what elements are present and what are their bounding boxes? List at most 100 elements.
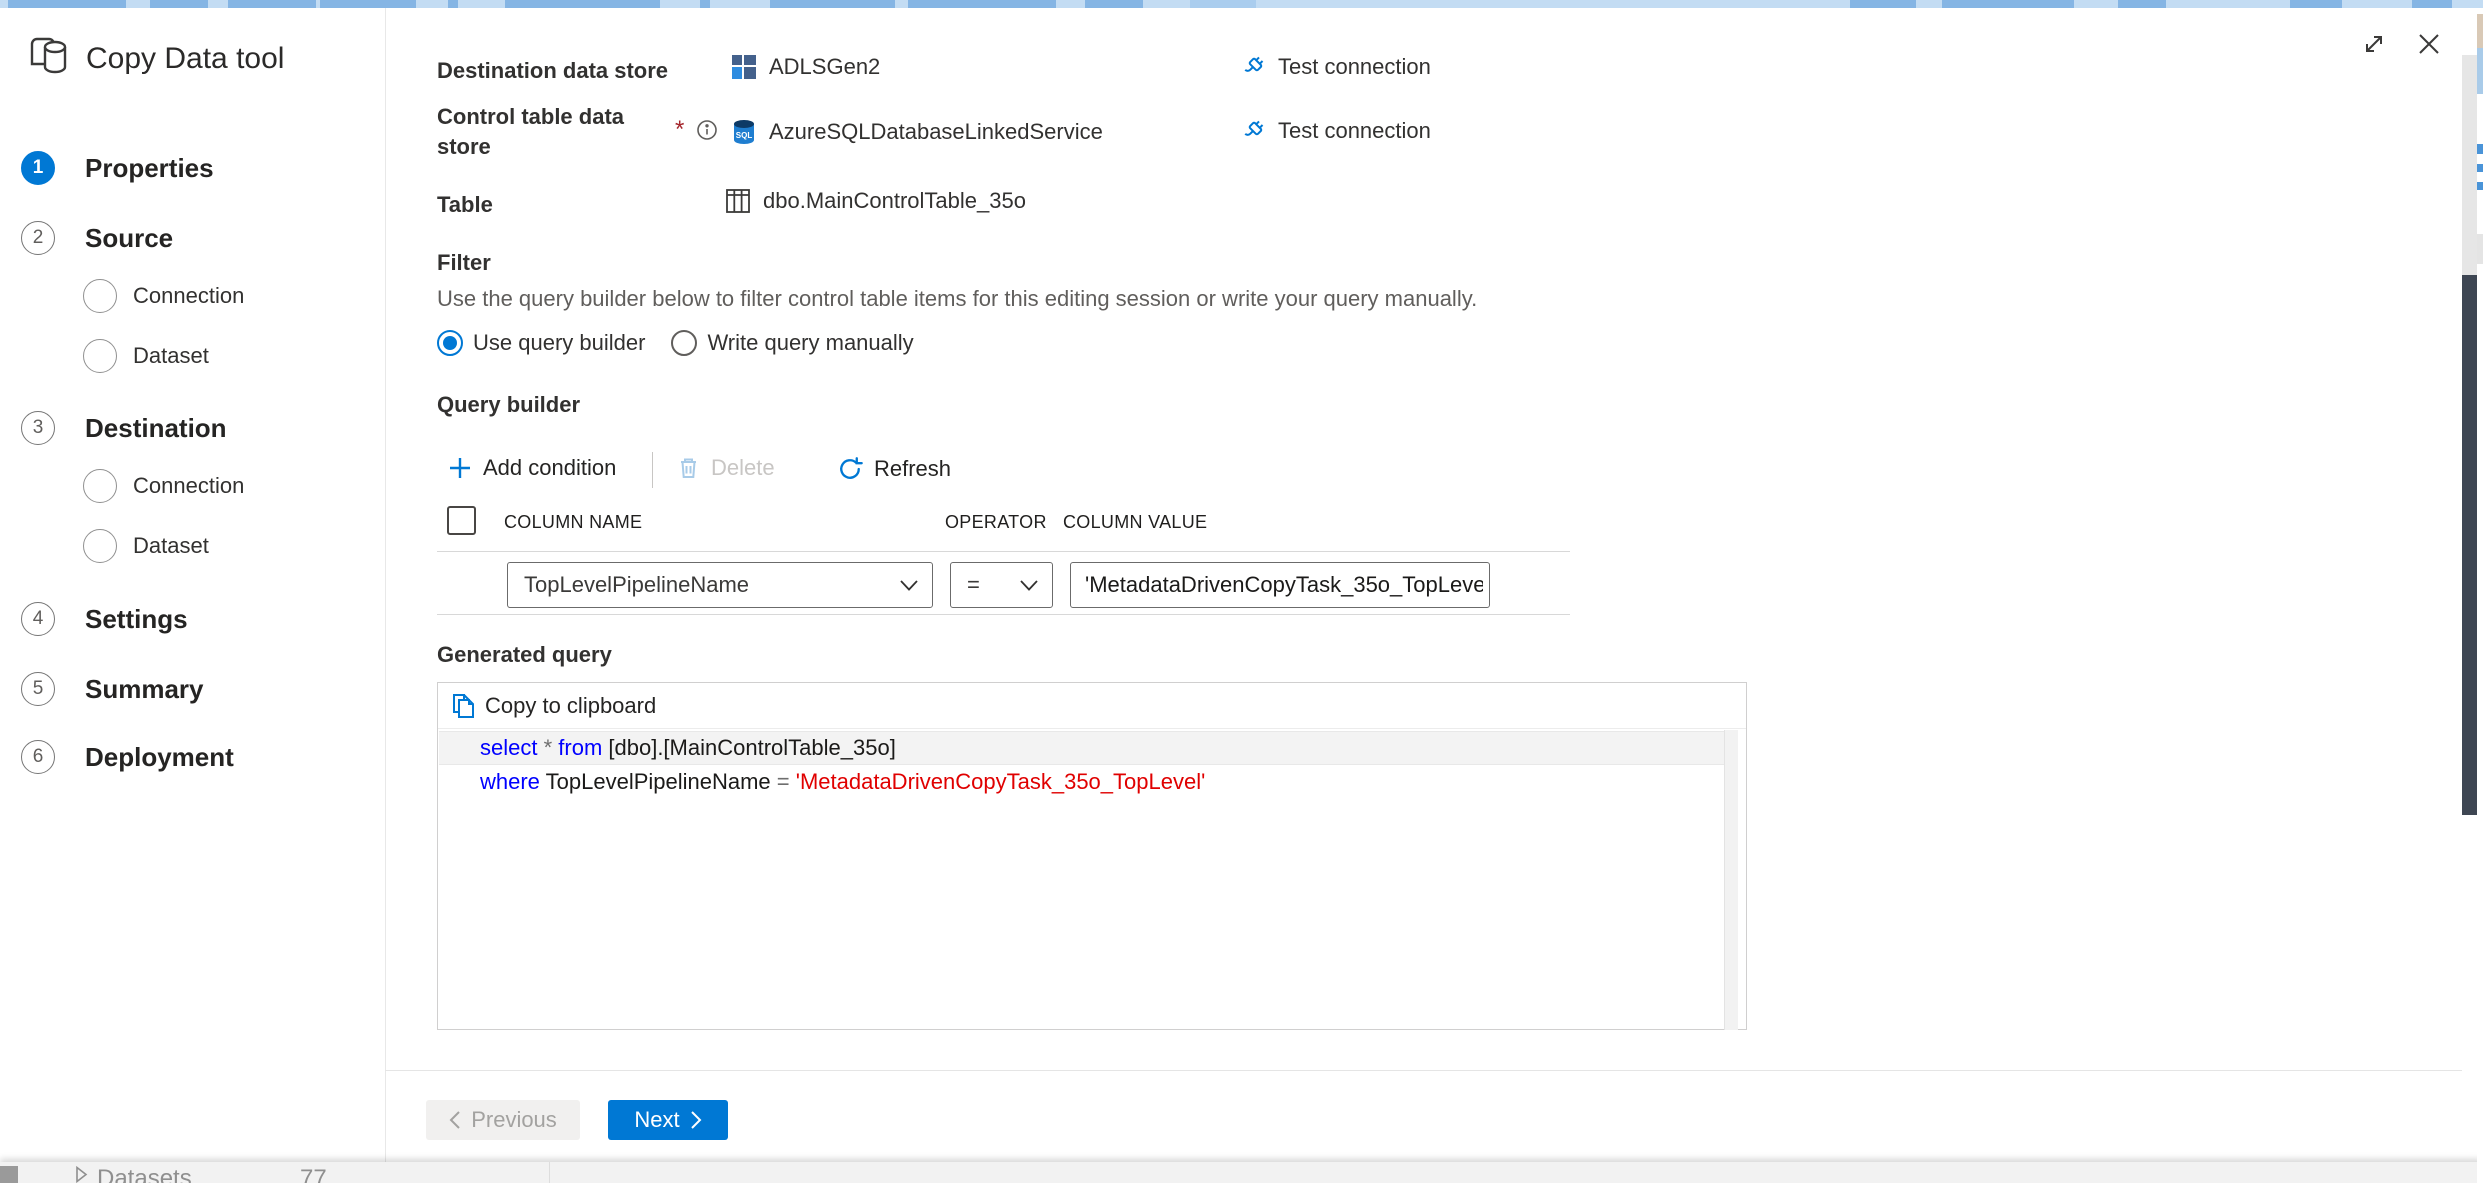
substep-label: Dataset bbox=[133, 533, 209, 558]
editor-scrollbar-strip[interactable] bbox=[1724, 730, 1738, 1030]
step-label: Properties bbox=[85, 152, 214, 183]
sidebar-item-source-dataset[interactable]: Dataset bbox=[83, 339, 209, 373]
column-header-name: COLUMN NAME bbox=[504, 512, 643, 532]
background-bottom-strip: Datasets 77 bbox=[0, 1162, 2483, 1183]
step-number-badge: 5 bbox=[21, 672, 55, 706]
control-table-store-label: Control table data store bbox=[437, 104, 625, 159]
generated-query-heading: Generated query bbox=[437, 642, 612, 667]
destination-data-store-label: Destination data store bbox=[437, 58, 669, 83]
next-button[interactable]: Next bbox=[608, 1100, 728, 1140]
generated-query-editor[interactable]: Copy to clipboard select * from [dbo].[M… bbox=[437, 682, 1747, 1030]
copy-to-clipboard-label: Copy to clipboard bbox=[485, 692, 657, 718]
test-connection-label: Test connection bbox=[1278, 54, 1431, 79]
chevron-down-icon bbox=[900, 579, 918, 591]
substep-label: Connection bbox=[133, 283, 245, 308]
radio-selected-icon bbox=[437, 330, 463, 356]
column-header-value: COLUMN VALUE bbox=[1063, 512, 1208, 532]
destination-data-store-value: ADLSGen2 bbox=[769, 54, 881, 79]
test-connection-control-table[interactable]: Test connection bbox=[1240, 118, 1431, 144]
select-all-checkbox[interactable] bbox=[447, 506, 476, 535]
sidebar-step-properties[interactable]: 1 Properties bbox=[21, 151, 214, 185]
filter-heading: Filter bbox=[437, 250, 491, 275]
delete-button[interactable]: Delete bbox=[676, 455, 775, 481]
sidebar-item-destination-connection[interactable]: Connection bbox=[83, 469, 244, 503]
step-number-badge: 4 bbox=[21, 602, 55, 636]
step-label: Settings bbox=[85, 603, 188, 634]
operator-dropdown[interactable]: = bbox=[950, 562, 1053, 608]
sidebar-step-summary[interactable]: 5 Summary bbox=[21, 672, 204, 706]
sidebar-divider bbox=[385, 8, 386, 1162]
chevron-right-icon bbox=[690, 1110, 702, 1130]
chevron-down-icon bbox=[1020, 579, 1038, 591]
info-icon[interactable] bbox=[696, 119, 718, 141]
copy-icon bbox=[451, 693, 475, 719]
scrollbar-thumb[interactable] bbox=[2462, 275, 2477, 815]
sidebar-item-destination-dataset[interactable]: Dataset bbox=[83, 529, 209, 563]
scrollbar-track[interactable] bbox=[2462, 55, 2477, 275]
background-right-sliver bbox=[2477, 8, 2483, 1183]
column-name-dropdown[interactable]: TopLevelPipelineName bbox=[507, 562, 933, 608]
column-header-operator: OPERATOR bbox=[945, 512, 1047, 532]
step-number-badge: 2 bbox=[21, 221, 55, 255]
sidebar-step-deployment[interactable]: 6 Deployment bbox=[21, 740, 234, 774]
substep-circle bbox=[83, 279, 117, 313]
sidebar-step-source[interactable]: 2 Source bbox=[21, 221, 173, 255]
step-number-badge: 3 bbox=[21, 411, 55, 445]
background-top-strip bbox=[0, 0, 2483, 8]
chevron-left-icon bbox=[449, 1110, 461, 1130]
close-icon[interactable] bbox=[2416, 31, 2442, 57]
copy-data-tool-screen: Copy Data tool 1 Properties 2 Source Con… bbox=[0, 0, 2483, 1183]
substep-circle bbox=[83, 469, 117, 503]
toolbar-divider bbox=[652, 452, 653, 488]
background-scrollbar-fragment bbox=[0, 1166, 18, 1183]
control-table-store-value: AzureSQLDatabaseLinkedService bbox=[769, 119, 1103, 144]
refresh-label: Refresh bbox=[874, 456, 952, 481]
step-label: Destination bbox=[85, 412, 227, 443]
sidebar-step-destination[interactable]: 3 Destination bbox=[21, 411, 227, 445]
azure-sql-icon: SQL bbox=[731, 118, 757, 146]
plus-icon bbox=[447, 455, 473, 481]
sidebar-item-source-connection[interactable]: Connection bbox=[83, 279, 244, 313]
test-connection-destination[interactable]: Test connection bbox=[1240, 54, 1431, 80]
step-number-badge: 6 bbox=[21, 740, 55, 774]
substep-label: Dataset bbox=[133, 343, 209, 368]
refresh-button[interactable]: Refresh bbox=[836, 455, 951, 483]
step-label: Source bbox=[85, 222, 174, 253]
query-builder-heading: Query builder bbox=[437, 392, 581, 417]
step-label: Summary bbox=[85, 673, 204, 704]
adlsgen2-icon bbox=[731, 54, 757, 80]
step-label: Deployment bbox=[85, 741, 234, 772]
table-label: Table bbox=[437, 192, 493, 217]
radio-label: Use query builder bbox=[473, 330, 646, 355]
column-name-value: TopLevelPipelineName bbox=[524, 572, 750, 597]
grid-row-divider bbox=[437, 614, 1570, 615]
previous-button[interactable]: Previous bbox=[426, 1100, 580, 1140]
copy-to-clipboard-button[interactable]: Copy to clipboard bbox=[438, 683, 1746, 729]
plug-icon bbox=[1240, 54, 1266, 80]
copy-data-logo-icon bbox=[28, 34, 72, 78]
radio-write-query-manually[interactable]: Write query manually bbox=[671, 330, 914, 356]
refresh-icon bbox=[836, 455, 864, 483]
radio-label: Write query manually bbox=[707, 330, 914, 355]
operator-value: = bbox=[967, 572, 980, 597]
radio-use-query-builder[interactable]: Use query builder bbox=[437, 330, 645, 356]
plug-icon bbox=[1240, 118, 1266, 144]
table-value: dbo.MainControlTable_35o bbox=[763, 188, 1026, 213]
expand-icon[interactable] bbox=[2363, 33, 2385, 55]
radio-unselected-icon bbox=[671, 330, 698, 356]
column-value-input[interactable] bbox=[1070, 562, 1490, 608]
datasets-count: 77 bbox=[300, 1165, 327, 1183]
footer-divider bbox=[385, 1070, 2462, 1071]
substep-circle bbox=[83, 339, 117, 373]
page-title: Copy Data tool bbox=[86, 42, 285, 75]
substep-circle bbox=[83, 529, 117, 563]
delete-label: Delete bbox=[711, 455, 775, 480]
test-connection-label: Test connection bbox=[1278, 118, 1431, 143]
sql-line-1: select * from [dbo].[MainControlTable_35… bbox=[480, 735, 896, 760]
add-condition-button[interactable]: Add condition bbox=[447, 455, 616, 481]
grid-header-divider bbox=[437, 551, 1570, 552]
svg-text:SQL: SQL bbox=[736, 131, 753, 140]
add-condition-label: Add condition bbox=[483, 455, 617, 480]
sidebar-step-settings[interactable]: 4 Settings bbox=[21, 602, 188, 636]
required-asterisk: * bbox=[675, 116, 685, 143]
